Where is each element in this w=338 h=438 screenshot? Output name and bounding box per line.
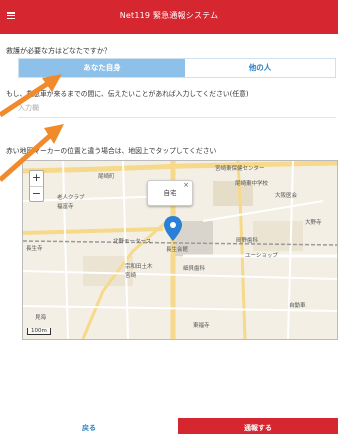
popup-label: 自宅 — [163, 189, 177, 197]
header-title: Net119 緊急通報システム — [119, 11, 219, 20]
back-button[interactable]: 戻る — [0, 418, 178, 434]
map-label: 細貝歯科 — [183, 266, 206, 272]
map-label: 大野寺 — [305, 220, 322, 226]
app-header: Net119 緊急通報システム — [0, 0, 338, 34]
question-who-label: 救護が必要な方はどなたですか？ — [6, 47, 111, 55]
map-label: 老人クラブ — [57, 195, 85, 201]
map-label: 宮崎東保健センター — [215, 166, 265, 172]
map-marker-popup: 自宅 × — [147, 180, 193, 206]
map-label: 宮崎 — [125, 273, 137, 279]
pointer-arrow-icon — [0, 124, 64, 182]
map-label: 福富寺 — [57, 204, 74, 210]
map-label: 長生会館 — [166, 247, 189, 253]
map-label: 自動車 — [289, 303, 306, 309]
map-label: 宗和田土木 — [125, 264, 153, 270]
footer-actions: 戻る 通報する — [0, 418, 338, 434]
map-label: 尾崎町 — [98, 174, 115, 180]
pointer-arrow-icon — [0, 74, 62, 118]
map-label: 尾崎東中学校 — [235, 181, 269, 187]
map-label: 大阪医会 — [275, 193, 298, 199]
map-label: 北野モータース — [113, 239, 152, 245]
map-scale: 100m — [27, 328, 51, 335]
map-label: 長生寺 — [26, 246, 43, 252]
map-label: 東福寺 — [193, 323, 210, 329]
map-label: ユーショップ — [245, 253, 278, 259]
popup-close-icon[interactable]: × — [183, 173, 189, 197]
map-label: 岡野歯科 — [236, 238, 259, 244]
option-other-person-button[interactable]: 他の人 — [185, 59, 335, 77]
submit-report-button[interactable]: 通報する — [178, 418, 338, 434]
map-label: 見海 — [35, 315, 47, 321]
